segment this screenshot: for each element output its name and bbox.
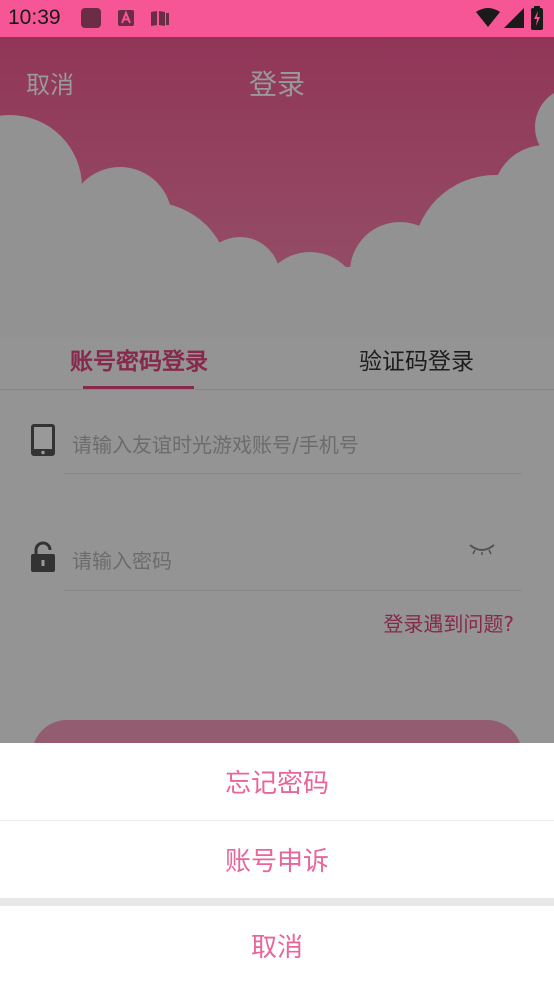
status-bar: 10:39 [0,0,554,37]
battery-charging-icon [531,6,543,30]
sheet-cancel-button[interactable]: 取消 [0,927,554,964]
status-right-icons [476,6,544,30]
action-sheet: 忘记密码 账号申诉 取消 [0,743,554,984]
forgot-password-button[interactable]: 忘记密码 [0,763,554,800]
text-a-icon [118,10,134,26]
book-icon [151,11,169,26]
status-time: 10:39 [8,6,61,29]
account-appeal-button[interactable]: 账号申诉 [0,841,554,878]
app-square-icon [81,8,101,28]
sheet-gap [0,898,554,906]
wifi-icon [476,8,500,27]
signal-icon [504,8,524,28]
sheet-divider [0,820,554,821]
